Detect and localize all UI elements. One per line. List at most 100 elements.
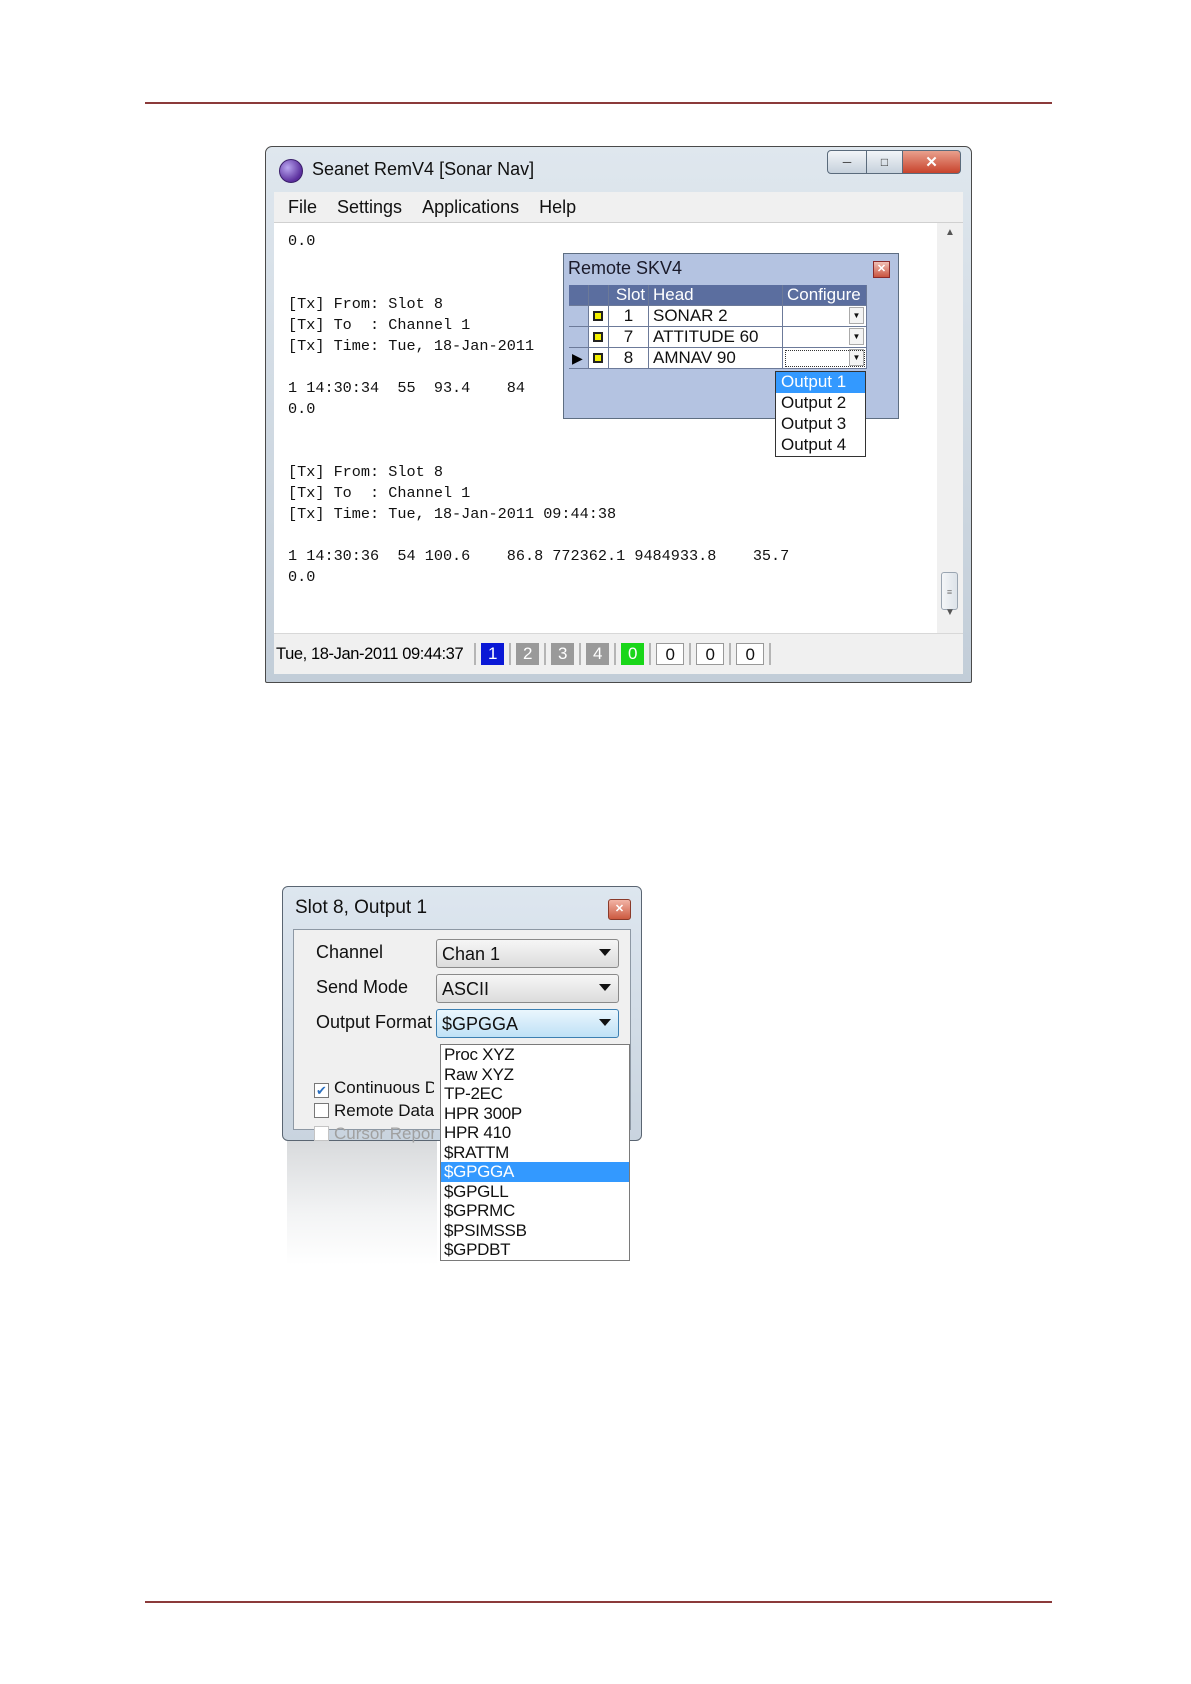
grid-header: Slot Head Configure xyxy=(569,285,867,306)
status-indicator: 0 xyxy=(621,643,645,665)
chevron-down-icon xyxy=(599,1019,611,1026)
vertical-scrollbar[interactable]: ▲ ≡ ▼ xyxy=(937,223,963,634)
row-pointer-icon: ▶ xyxy=(572,350,583,366)
status-cell xyxy=(589,327,609,348)
status-separator xyxy=(769,643,772,665)
checkbox-continuous-data[interactable]: ✔ Continuous Data xyxy=(314,1078,434,1098)
output-format-option[interactable]: TP-2EC xyxy=(441,1084,629,1104)
menu-help[interactable]: Help xyxy=(539,197,576,218)
head-cell: ATTITUDE 60 xyxy=(649,327,783,348)
channel-select[interactable]: Chan 1 xyxy=(436,939,619,968)
channel-value: Chan 1 xyxy=(442,944,501,964)
output-format-option[interactable]: HPR 410 xyxy=(441,1123,629,1143)
status-time: Tue, 18-Jan-2011 09:44:37 xyxy=(276,644,464,663)
configure-option[interactable]: Output 1 xyxy=(776,372,865,393)
dialog-title: Slot 8, Output 1 xyxy=(295,897,428,918)
grid-row[interactable]: 1 SONAR 2 ▼ xyxy=(569,306,867,327)
output-format-option[interactable]: Proc XYZ xyxy=(441,1045,629,1065)
status-indicator: 3 xyxy=(551,643,575,665)
status-separator xyxy=(579,643,582,665)
grid-row[interactable]: 7 ATTITUDE 60 ▼ xyxy=(569,327,867,348)
scroll-up-icon[interactable]: ▲ xyxy=(937,227,963,238)
checkbox-label: Remote Data xyxy=(334,1101,434,1120)
status-indicator: 4 xyxy=(586,643,610,665)
minimize-icon: ─ xyxy=(842,155,852,169)
chevron-down-icon xyxy=(599,984,611,991)
output-format-label: Output Format xyxy=(316,1012,433,1032)
output-format-option[interactable]: $GPRMC xyxy=(441,1201,629,1221)
minimize-button[interactable]: ─ xyxy=(827,150,867,174)
checkbox-box[interactable] xyxy=(314,1103,329,1118)
head-status-icon xyxy=(593,353,603,363)
status-cell xyxy=(589,348,609,369)
output-format-dropdown-list: Proc XYZ Raw XYZ TP-2EC HPR 300P HPR 410 $RAT… xyxy=(440,1044,630,1261)
caption-buttons: ─ □ ✕ xyxy=(827,150,961,174)
output-format-option[interactable]: $GPDBT xyxy=(441,1240,629,1260)
status-indicator: 0 xyxy=(736,643,765,665)
close-icon[interactable]: ✕ xyxy=(608,899,631,920)
head-status-icon xyxy=(593,332,603,342)
status-indicator: 0 xyxy=(656,643,685,665)
configure-cell[interactable]: ▼ xyxy=(783,327,867,348)
chevron-down-icon[interactable]: ▼ xyxy=(849,328,864,345)
send-mode-value: ASCII xyxy=(442,979,490,999)
status-bar: Tue, 18-Jan-2011 09:44:37 12340000 xyxy=(274,633,963,674)
maximize-button[interactable]: □ xyxy=(867,150,903,174)
checkbox-remote-data[interactable]: Remote Data xyxy=(314,1101,434,1121)
checkbox-label: Continuous Data xyxy=(334,1078,434,1097)
column-slot: Slot xyxy=(609,285,649,306)
scroll-thumb[interactable]: ≡ xyxy=(941,572,958,610)
output-format-option[interactable]: HPR 300P xyxy=(441,1104,629,1124)
output-format-option[interactable]: $RATTM xyxy=(441,1143,629,1163)
chevron-down-icon[interactable]: ▼ xyxy=(849,349,864,366)
dialog-shadow xyxy=(287,1140,437,1265)
output-format-option[interactable]: $GPGGA xyxy=(441,1162,629,1182)
configure-cell[interactable]: ▼ xyxy=(783,306,867,327)
chevron-down-icon[interactable]: ▼ xyxy=(849,307,864,324)
slot-cell: 1 xyxy=(609,306,649,327)
window-title: Seanet RemV4 [Sonar Nav] xyxy=(312,159,535,179)
column-configure: Configure xyxy=(783,285,867,306)
checkbox-label: Cursor Report xyxy=(334,1124,434,1143)
status-indicator: 0 xyxy=(696,643,725,665)
status-separator xyxy=(509,643,512,665)
checkbox-box xyxy=(314,1126,329,1141)
output-format-option[interactable]: $GPGLL xyxy=(441,1182,629,1202)
configure-option[interactable]: Output 4 xyxy=(776,435,865,456)
checkbox-cursor-report: Cursor Report xyxy=(314,1124,434,1144)
status-separator xyxy=(689,643,692,665)
output-format-option[interactable]: Raw XYZ xyxy=(441,1065,629,1085)
dialog-title: Remote SKV4 xyxy=(568,258,683,278)
configure-cell[interactable]: ▼ xyxy=(783,348,867,369)
send-mode-select[interactable]: ASCII xyxy=(436,974,619,1003)
close-button[interactable]: ✕ xyxy=(903,150,961,174)
grid-row[interactable]: ▶ 8 AMNAV 90 ▼ xyxy=(569,348,867,369)
close-icon[interactable]: ✕ xyxy=(873,261,890,278)
heads-grid: Slot Head Configure 1 SONAR 2 ▼ 7 ATTITUDE 6… xyxy=(569,285,867,369)
output-format-select[interactable]: $GPGGA xyxy=(436,1009,619,1038)
status-separator xyxy=(649,643,652,665)
head-cell: SONAR 2 xyxy=(649,306,783,327)
configure-option[interactable]: Output 3 xyxy=(776,414,865,435)
scroll-down-icon[interactable]: ▼ xyxy=(937,607,963,618)
output-format-option[interactable]: $PSIMSSB xyxy=(441,1221,629,1241)
row-selector[interactable] xyxy=(569,327,589,348)
column-head: Head xyxy=(649,285,783,306)
head-status-icon xyxy=(593,311,603,321)
slot-cell: 8 xyxy=(609,348,649,369)
checkmark-icon[interactable]: ✔ xyxy=(314,1083,329,1098)
status-separator xyxy=(614,643,617,665)
send-mode-label: Send Mode xyxy=(316,977,409,997)
row-selector[interactable] xyxy=(569,306,589,327)
status-separator xyxy=(729,643,732,665)
row-selector[interactable]: ▶ xyxy=(569,348,589,369)
configure-option[interactable]: Output 2 xyxy=(776,393,865,414)
menu-file[interactable]: File xyxy=(288,197,317,218)
menu-applications[interactable]: Applications xyxy=(422,197,519,218)
menu-settings[interactable]: Settings xyxy=(337,197,402,218)
status-separator xyxy=(544,643,547,665)
configure-dropdown-list: Output 1 Output 2 Output 3 Output 4 xyxy=(775,371,866,457)
close-icon: ✕ xyxy=(925,154,938,171)
footer-rule xyxy=(145,1601,1052,1603)
output-format-value: $GPGGA xyxy=(442,1014,519,1034)
